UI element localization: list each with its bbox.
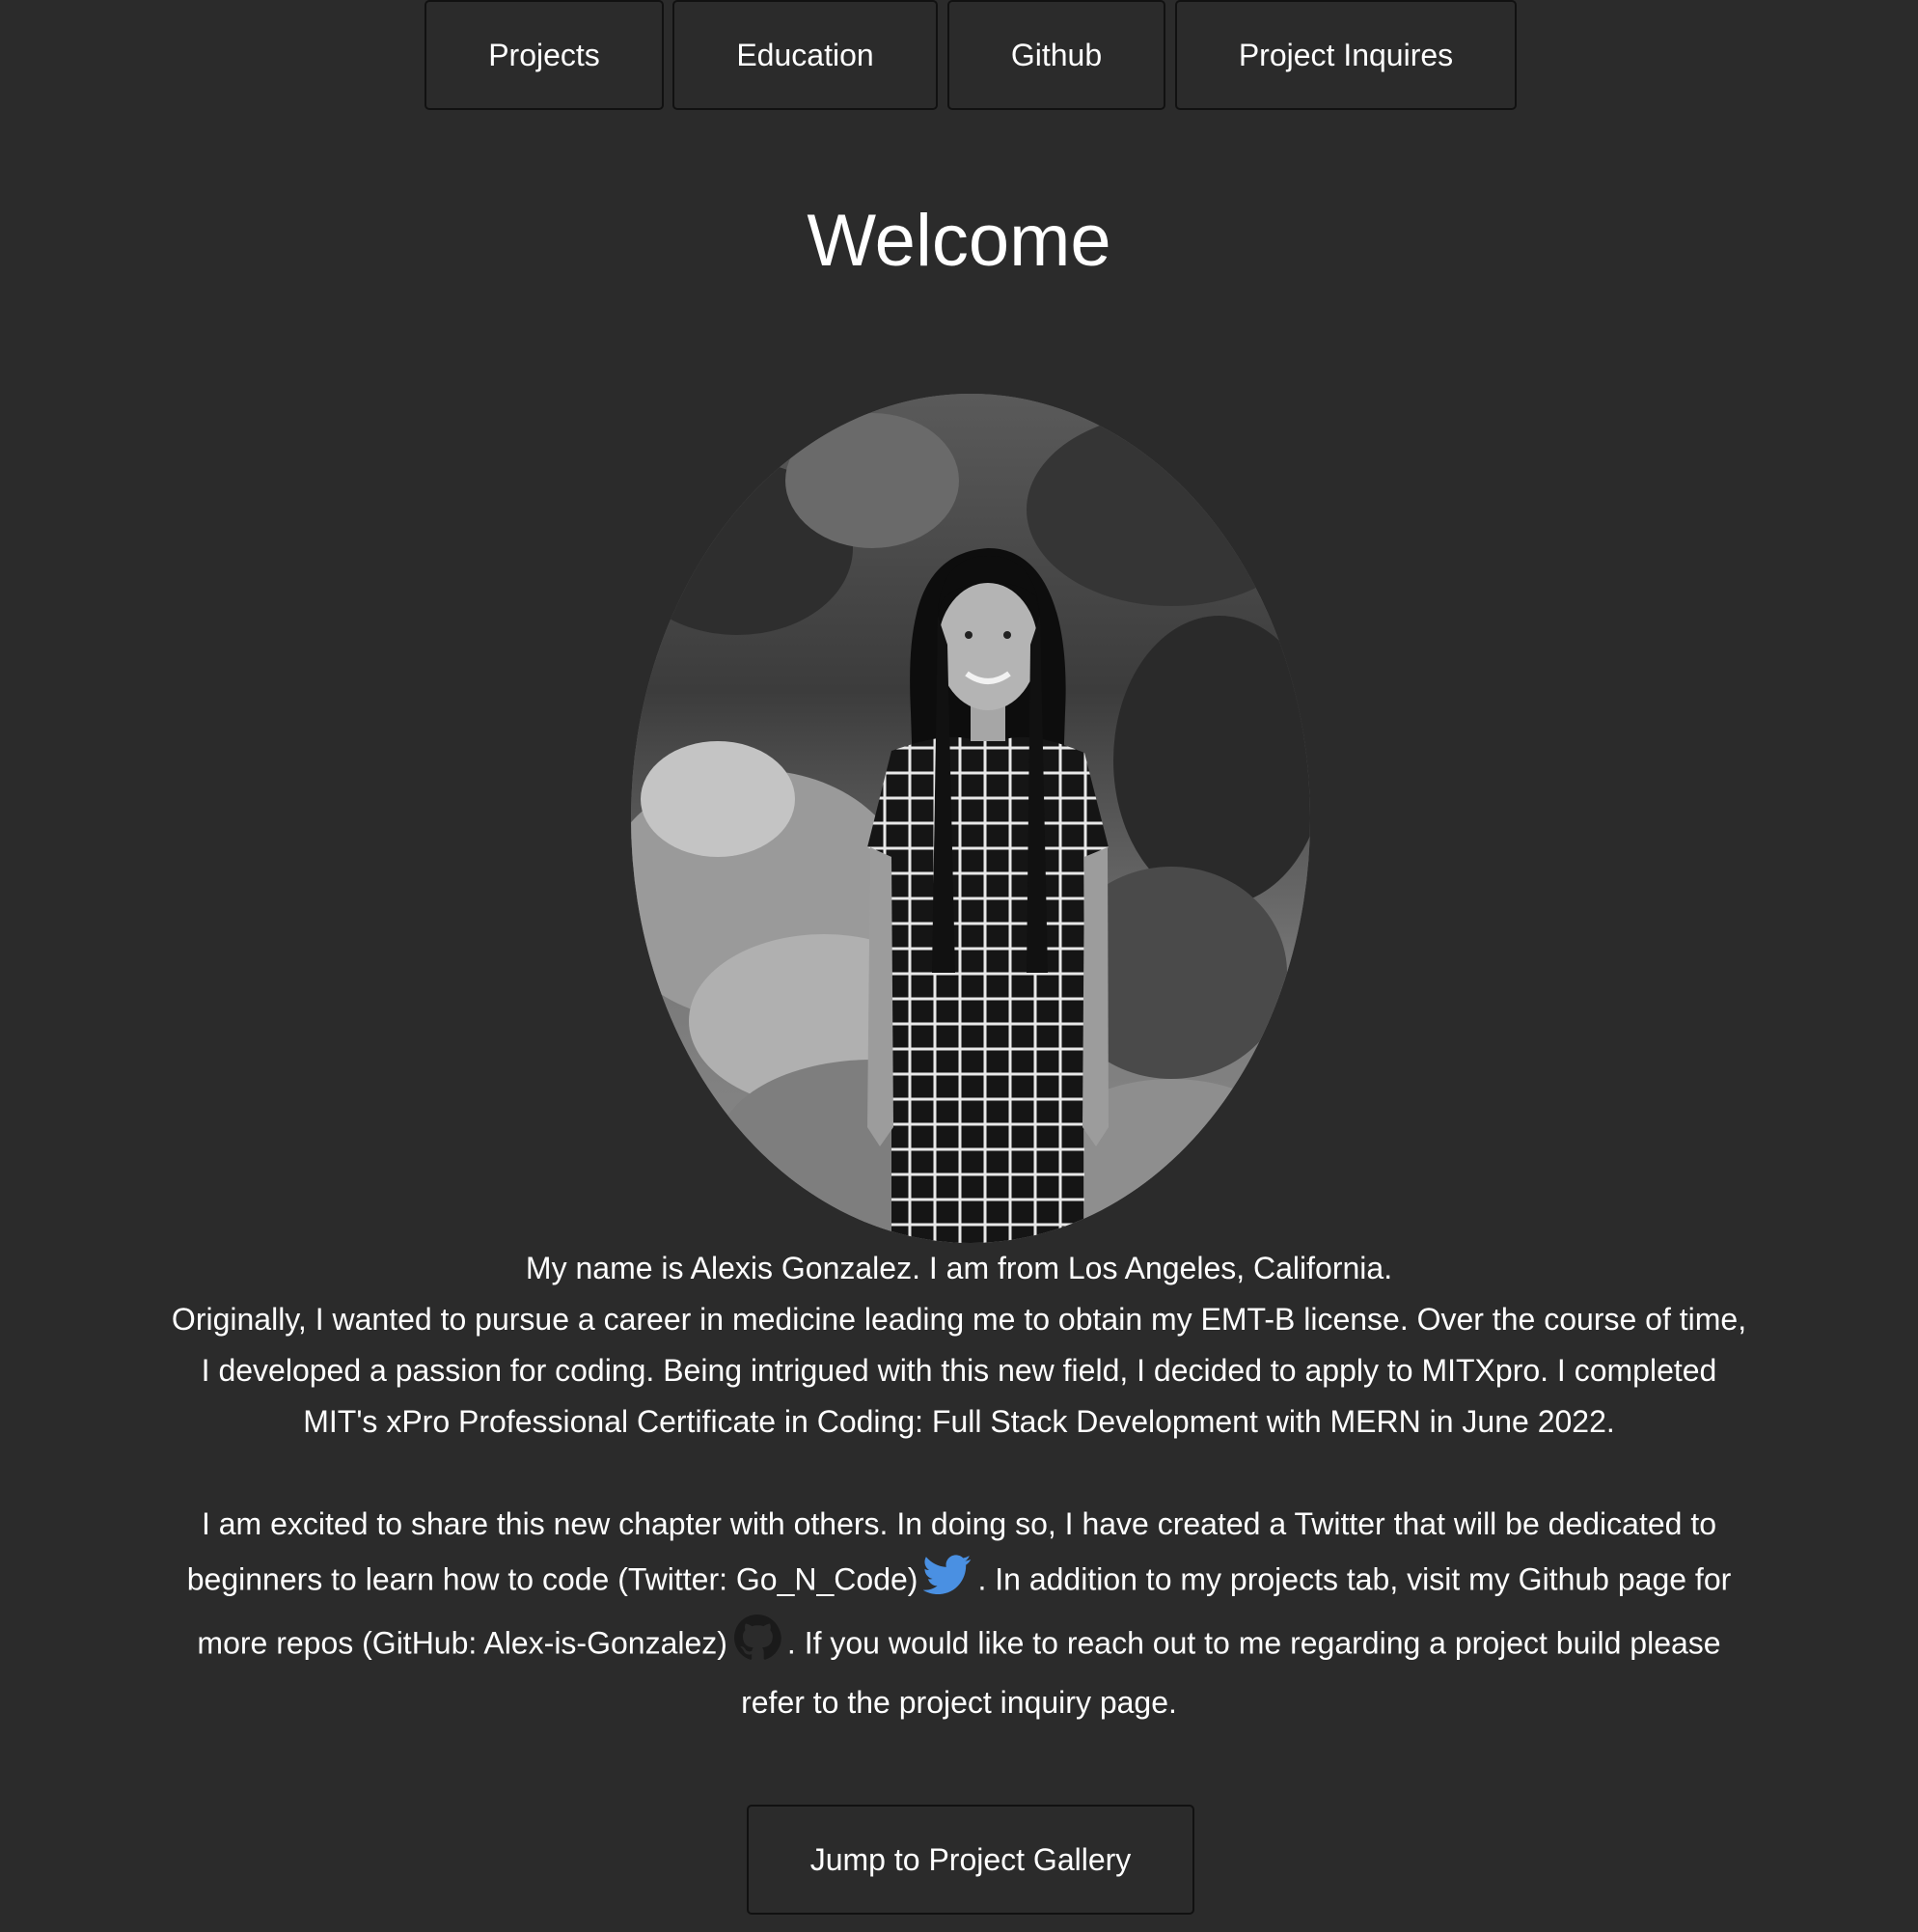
bio-section: My name is Alexis Gonzalez. I am from Lo… — [164, 1243, 1754, 1728]
nav-project-inquires-button[interactable]: Project Inquires — [1175, 0, 1517, 110]
nav-education-button[interactable]: Education — [672, 0, 938, 110]
page-title: Welcome — [807, 200, 1111, 282]
bio-paragraph-social: I am excited to share this new chapter w… — [164, 1499, 1754, 1728]
bio-paragraph-career: Originally, I wanted to pursue a career … — [171, 1302, 1747, 1439]
twitter-bird-icon[interactable] — [922, 1550, 972, 1614]
github-octocat-icon[interactable] — [733, 1614, 781, 1677]
nav-projects-button[interactable]: Projects — [425, 0, 664, 110]
profile-photo — [631, 394, 1310, 1243]
top-navigation: Projects Education Github Project Inquir… — [0, 0, 1918, 112]
bio-social-text-3: . If you would like to reach out to me r… — [741, 1625, 1721, 1720]
nav-github-button[interactable]: Github — [947, 0, 1165, 110]
bio-intro: My name is Alexis Gonzalez. I am from Lo… — [525, 1251, 1393, 1285]
jump-to-project-gallery-button[interactable]: Jump to Project Gallery — [747, 1805, 1194, 1915]
